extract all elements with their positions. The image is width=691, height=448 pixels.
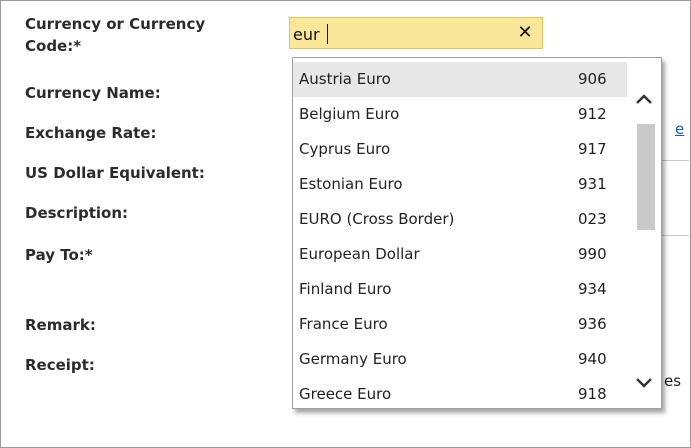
- currency-option-code: 936: [578, 315, 607, 333]
- currency-label-line2: Code:*: [25, 37, 82, 55]
- background-field-border: [662, 235, 689, 236]
- currency-option-code: 931: [578, 175, 607, 193]
- currency-dropdown: Austria Euro 906 Belgium Euro 912 Cyprus Eur…: [292, 57, 662, 409]
- currency-option-code: 990: [578, 245, 607, 263]
- background-text-fragment: es: [664, 372, 682, 390]
- currency-option-code: 906: [578, 70, 607, 88]
- currency-option-code: 023: [578, 210, 607, 228]
- clear-icon[interactable]: ✕: [514, 21, 536, 45]
- currency-search-input[interactable]: [293, 23, 503, 45]
- currency-option-name: Estonian Euro: [299, 175, 403, 193]
- currency-option-name: European Dollar: [299, 245, 420, 263]
- dropdown-scrollbar[interactable]: [627, 58, 661, 408]
- currency-option-code: 917: [578, 140, 607, 158]
- currency-option-code: 934: [578, 280, 607, 298]
- currency-option[interactable]: Cyprus Euro 917: [293, 132, 628, 167]
- currency-option[interactable]: Estonian Euro 931: [293, 167, 628, 202]
- currency-option[interactable]: Belgium Euro 912: [293, 97, 628, 132]
- currency-option-name: Greece Euro: [299, 385, 392, 403]
- currency-option-code: 918: [578, 385, 607, 403]
- currency-option[interactable]: Germany Euro 940: [293, 342, 628, 377]
- background-link-fragment[interactable]: e: [675, 120, 684, 138]
- usd-equivalent-label: US Dollar Equivalent:: [25, 164, 205, 182]
- currency-option-name: EURO (Cross Border): [299, 210, 455, 228]
- currency-option-code: 940: [578, 350, 607, 368]
- currency-option-name: Germany Euro: [299, 350, 407, 368]
- currency-name-label: Currency Name:: [25, 84, 161, 102]
- currency-option[interactable]: European Dollar 990: [293, 237, 628, 272]
- text-caret: [327, 24, 328, 44]
- currency-option[interactable]: France Euro 936: [293, 307, 628, 342]
- description-label: Description:: [25, 204, 129, 222]
- exchange-rate-label: Exchange Rate:: [25, 124, 157, 142]
- currency-option-name: Austria Euro: [299, 70, 391, 88]
- currency-option[interactable]: Finland Euro 934: [293, 272, 628, 307]
- currency-option[interactable]: EURO (Cross Border) 023: [293, 202, 628, 237]
- remark-label: Remark:: [25, 316, 96, 334]
- scroll-down-chevron-icon[interactable]: [632, 370, 656, 394]
- currency-option-name: France Euro: [299, 315, 388, 333]
- currency-combobox[interactable]: ✕: [289, 17, 543, 49]
- currency-option[interactable]: Greece Euro 918: [293, 377, 628, 408]
- currency-option[interactable]: Austria Euro 906: [293, 62, 628, 97]
- currency-label-line1: Currency or Currency: [25, 15, 206, 33]
- pay-to-label: Pay To:*: [25, 246, 93, 264]
- currency-option-name: Belgium Euro: [299, 105, 400, 123]
- scroll-up-chevron-icon[interactable]: [632, 88, 656, 112]
- currency-option-list: Austria Euro 906 Belgium Euro 912 Cyprus Eur…: [293, 62, 628, 408]
- currency-option-name: Cyprus Euro: [299, 140, 391, 158]
- currency-option-code: 912: [578, 105, 607, 123]
- scroll-thumb[interactable]: [637, 124, 655, 230]
- currency-option-name: Finland Euro: [299, 280, 392, 298]
- receipt-label: Receipt:: [25, 356, 95, 374]
- background-field-border: [662, 160, 689, 161]
